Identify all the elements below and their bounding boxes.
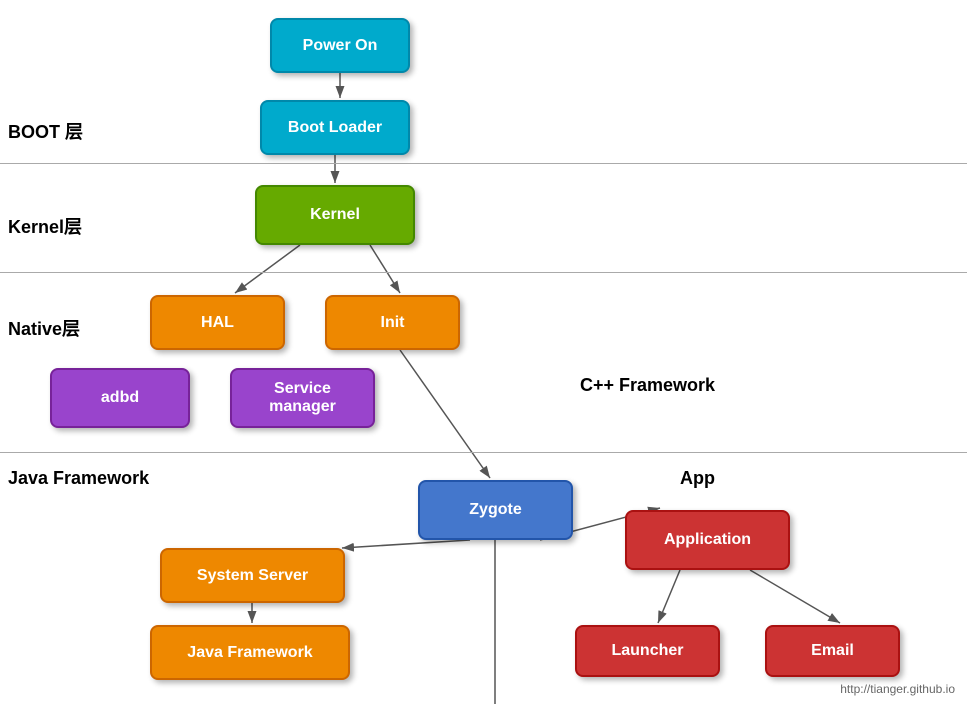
init-box: Init [325, 295, 460, 350]
native-layer-label: Native层 [8, 315, 80, 341]
boot-layer-label: BOOT 层 [8, 118, 83, 144]
watermark: http://tianger.github.io [840, 682, 955, 696]
service-manager-box: Service manager [230, 368, 375, 428]
diagram-container: BOOT 层 Kernel层 Native层 C++ Framework Jav… [0, 0, 967, 704]
java-framework-box: Java Framework [150, 625, 350, 680]
application-box: Application [625, 510, 790, 570]
app-label: App [680, 468, 715, 489]
line-kernel [0, 272, 967, 273]
kernel-box: Kernel [255, 185, 415, 245]
line-boot [0, 163, 967, 164]
line-native [0, 452, 967, 453]
cpp-fw-label: C++ Framework [580, 375, 715, 396]
adbd-box: adbd [50, 368, 190, 428]
arrows-svg [0, 0, 967, 704]
kernel-layer-label: Kernel层 [8, 213, 82, 239]
zygote-box: Zygote [418, 480, 573, 540]
power-on-box: Power On [270, 18, 410, 73]
system-server-box: System Server [160, 548, 345, 603]
boot-loader-box: Boot Loader [260, 100, 410, 155]
java-fw-label: Java Framework [8, 468, 149, 489]
email-box: Email [765, 625, 900, 677]
launcher-box: Launcher [575, 625, 720, 677]
hal-box: HAL [150, 295, 285, 350]
